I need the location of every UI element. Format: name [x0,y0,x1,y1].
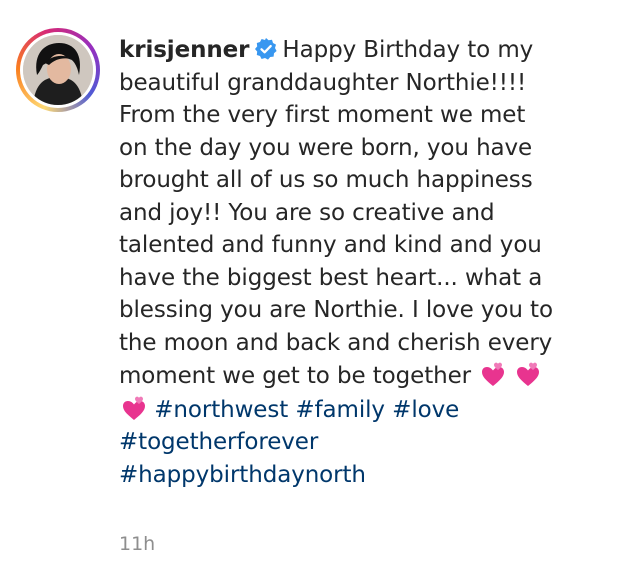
hashtag-link-family[interactable]: #family [295,397,385,423]
caption-line: beautiful granddaughter Northie!!!! [119,69,527,96]
caption-line: have the biggest best heart... what a [119,264,543,291]
hashtag-link-love[interactable]: #love [392,397,459,423]
story-ring[interactable] [16,28,100,112]
caption-line: From the very first moment we met [119,102,526,128]
caption-line: moment we get to be together [119,363,471,389]
two-hearts-emoji-icon [119,393,147,421]
caption-line: on the day you were born, you have [119,134,533,161]
two-hearts-emoji-icon [478,359,506,387]
caption-line: Happy Birthday to my [282,37,534,63]
caption-line: the moon and back and cherish every [119,329,553,356]
caption-line: brought all of us so much happiness [119,167,533,193]
caption-line: talented and funny and kind and you [119,232,542,258]
two-hearts-emoji-icon [513,359,541,387]
hashtag-link-northwest[interactable]: #northwest [154,397,288,423]
avatar[interactable] [23,35,93,105]
caption: krisjenner Happy Birthday to my beautiful… [119,34,607,491]
timestamp[interactable]: 11h [119,533,155,555]
hashtag-link-happybirthdaynorth[interactable]: #happybirthdaynorth [119,462,366,488]
caption-line: and joy!! You are so creative and [119,199,495,226]
username-link[interactable]: krisjenner [119,37,249,63]
caption-line: blessing you are Northie. I love you to [119,297,553,323]
hashtag-link-togetherforever[interactable]: #togetherforever [119,429,318,455]
instagram-comment: krisjenner Happy Birthday to my beautiful… [0,0,620,584]
verified-badge-icon [254,37,278,61]
